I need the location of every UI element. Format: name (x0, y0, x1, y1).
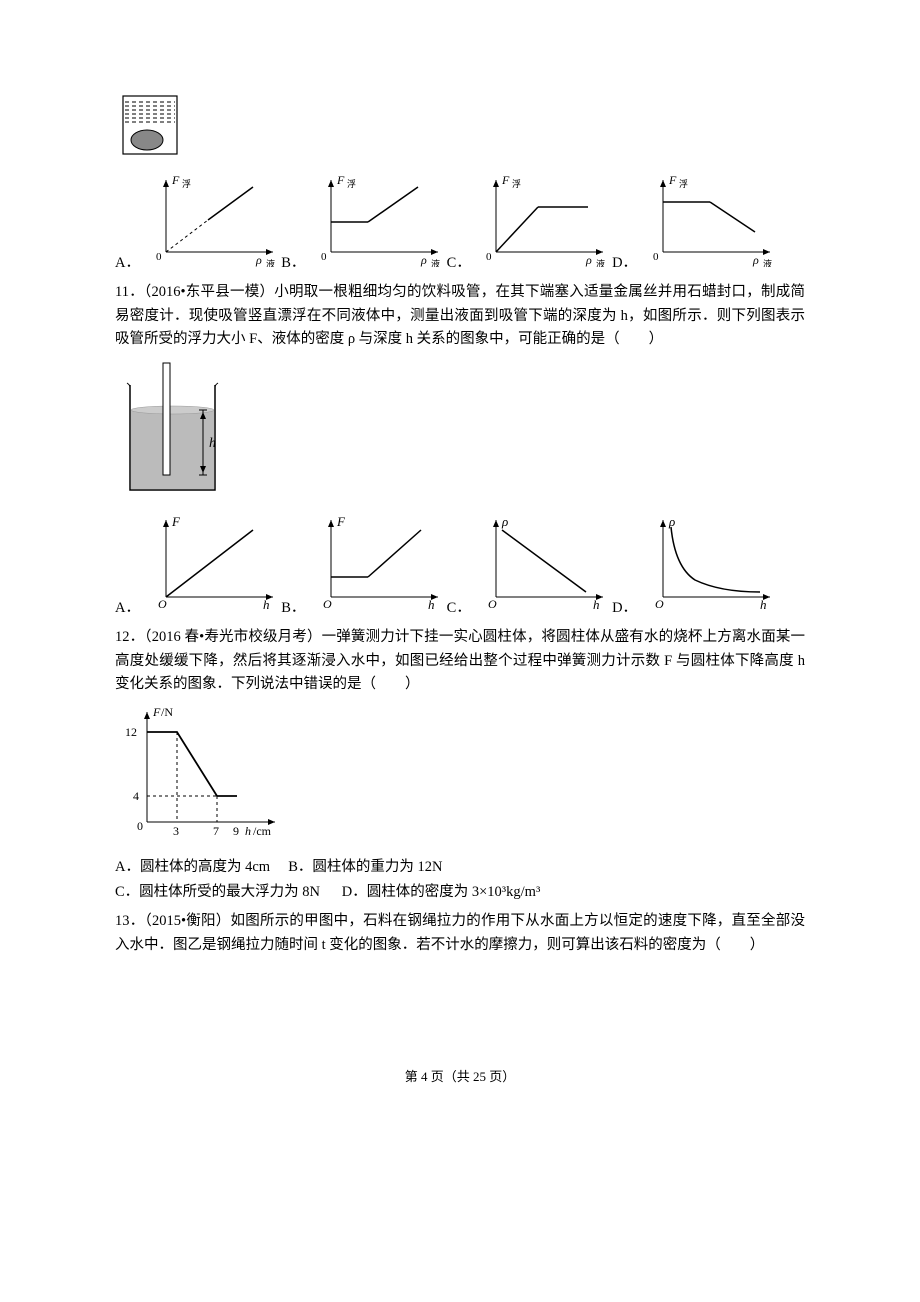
svg-text:0: 0 (321, 251, 327, 263)
svg-text:/cm: /cm (253, 824, 272, 838)
svg-text:O: O (323, 597, 332, 611)
svg-text:液: 液 (266, 258, 275, 267)
q10-label-B: B． (281, 252, 305, 275)
q11-graph-B: O F h (313, 512, 443, 620)
q10-label-A: A． (115, 252, 140, 275)
q12-optA: A．圆柱体的高度为 4cm (115, 859, 270, 875)
svg-text:0: 0 (137, 819, 143, 833)
svg-text:12: 12 (125, 725, 137, 739)
svg-text:液: 液 (763, 258, 772, 267)
q12-line-cd: C．圆柱体所受的最大浮力为 8N D．圆柱体的密度为 3×10³kg/m³ (115, 881, 805, 904)
q12-text: 12．（2016 春•寿光市校级月考）一弹簧测力计下挂一实心圆柱体，将圆柱体从盛… (115, 626, 805, 696)
svg-text:F: F (152, 705, 161, 719)
svg-text:O: O (655, 597, 664, 611)
q13-text: 13．（2015•衡阳）如图所示的甲图中，石料在钢绳拉力的作用下从水面上方以恒定… (115, 910, 805, 956)
q10-diagram-beaker (115, 90, 805, 168)
q10-label-C: C． (447, 252, 471, 275)
q11-diagram-beaker: h (115, 355, 805, 508)
svg-text:h: h (760, 597, 767, 612)
svg-text:h: h (209, 436, 216, 451)
q11-label-A: A． (115, 597, 140, 620)
q12-optB: B．圆柱体的重力为 12N (288, 859, 442, 875)
q11-label-B: B． (281, 597, 305, 620)
q12-line-ab: A．圆柱体的高度为 4cm B．圆柱体的重力为 12N (115, 856, 805, 879)
svg-text:浮: 浮 (182, 178, 191, 189)
svg-text:浮: 浮 (512, 178, 521, 189)
page-footer: 第 4 页（共 25 页） (115, 1067, 805, 1088)
svg-text:浮: 浮 (347, 178, 356, 189)
svg-text:F: F (336, 514, 346, 529)
svg-text:h: h (263, 597, 270, 612)
svg-text:ρ: ρ (420, 253, 427, 267)
svg-text:O: O (158, 597, 167, 611)
q11-text: 11．（2016•东平县一模）小明取一根粗细均匀的饮料吸管，在其下端塞入适量金属… (115, 281, 805, 351)
q10-options: A． 0 F浮 ρ液 B． 0 F浮 ρ液 C． 0 F浮 ρ液 (115, 172, 805, 275)
svg-text:0: 0 (156, 251, 162, 263)
q11-graph-C: O ρ h (478, 512, 608, 620)
q11-graph-D: O ρ h (645, 512, 775, 620)
svg-text:F: F (501, 173, 510, 187)
svg-text:ρ: ρ (585, 253, 592, 267)
svg-text:ρ: ρ (668, 514, 675, 529)
svg-text:O: O (488, 597, 497, 611)
q11-options: A． O F h B． O F h C． O ρ h (115, 512, 805, 620)
q10-graph-D: 0 F浮 ρ液 (645, 172, 775, 275)
svg-text:4: 4 (133, 789, 139, 803)
svg-text:液: 液 (431, 258, 440, 267)
svg-text:F: F (668, 173, 677, 187)
svg-text:浮: 浮 (679, 178, 688, 189)
svg-text:ρ: ρ (752, 253, 759, 267)
svg-text:F: F (336, 173, 345, 187)
q11-label-C: C． (447, 597, 471, 620)
svg-text:9: 9 (233, 824, 239, 838)
svg-text:F: F (171, 514, 181, 529)
svg-text:7: 7 (213, 824, 219, 838)
q10-label-D: D． (612, 252, 637, 275)
q10-graph-A: 0 F浮 ρ液 (148, 172, 278, 275)
svg-text:/N: /N (161, 705, 173, 719)
svg-text:ρ: ρ (255, 253, 262, 267)
svg-text:F: F (171, 173, 180, 187)
svg-text:液: 液 (596, 258, 605, 267)
svg-text:h: h (593, 597, 600, 612)
svg-text:0: 0 (486, 251, 492, 263)
svg-text:h: h (245, 824, 251, 838)
svg-text:ρ: ρ (501, 514, 508, 529)
svg-text:h: h (428, 597, 435, 612)
q10-graph-C: 0 F浮 ρ液 (478, 172, 608, 275)
q10-graph-B: 0 F浮 ρ液 (313, 172, 443, 275)
svg-text:3: 3 (173, 824, 179, 838)
q11-graph-A: O F h (148, 512, 278, 620)
q11-label-D: D． (612, 597, 637, 620)
q12-optC: C．圆柱体所受的最大浮力为 8N (115, 884, 320, 900)
q12-optD: D．圆柱体的密度为 3×10³kg/m³ (342, 884, 541, 900)
svg-text:0: 0 (653, 251, 659, 263)
q12-graph: F/N h/cm 0 12 4 3 7 9 (115, 702, 805, 850)
